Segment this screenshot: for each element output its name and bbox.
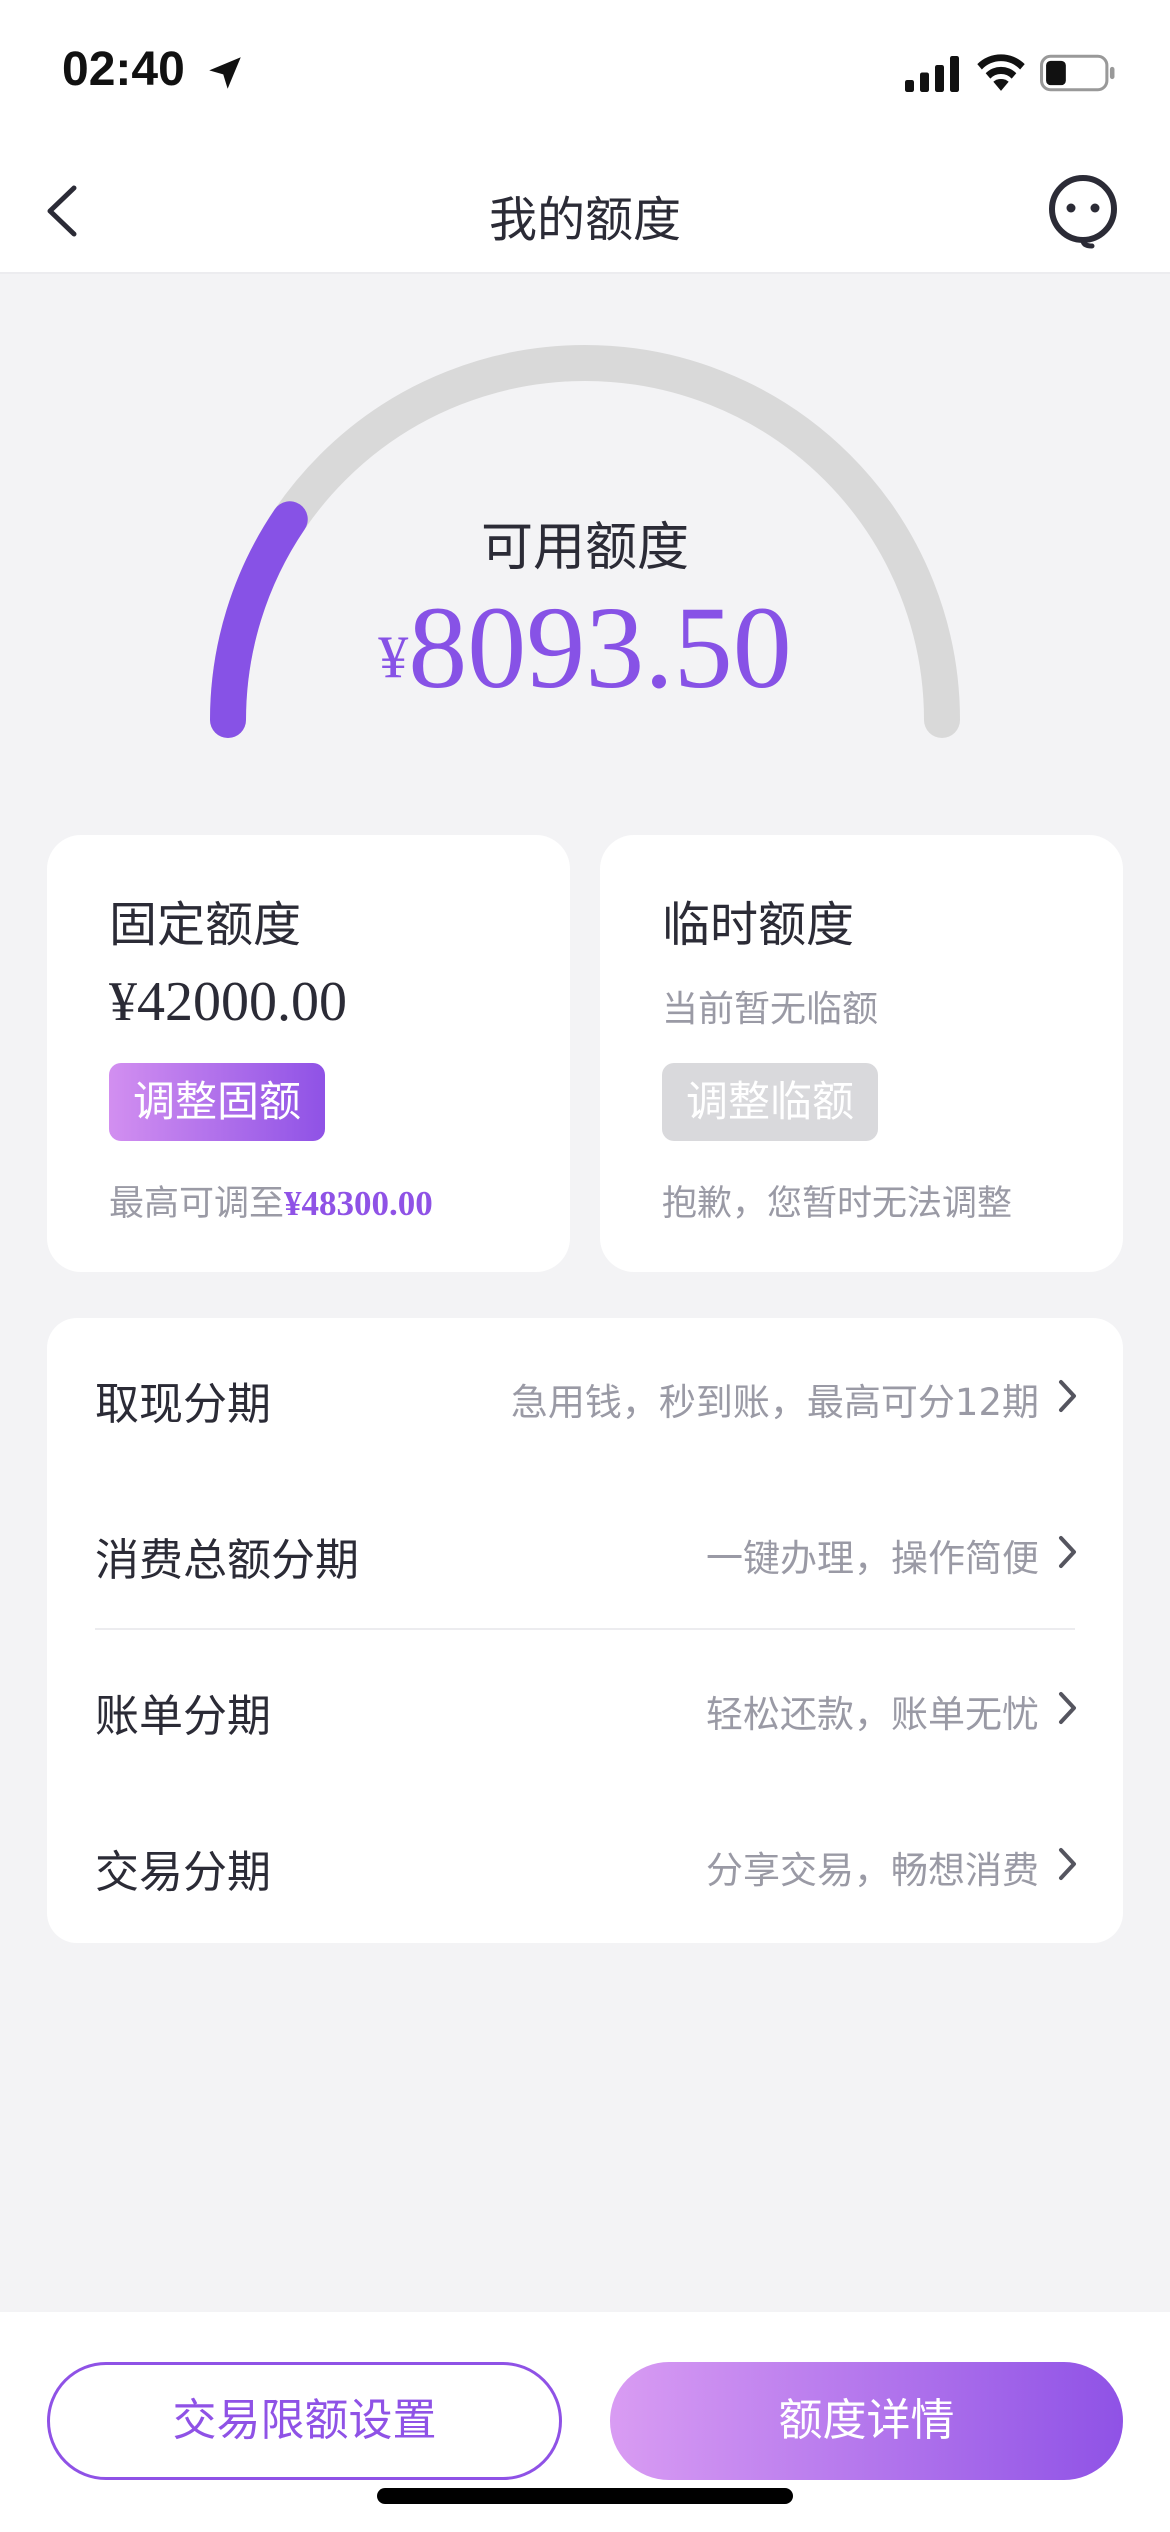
chevron-right-icon [1059, 1692, 1076, 1724]
page-title: 我的额度 [488, 192, 681, 248]
temporary-limit-card: 临时额度 当前暂无临额 调整临额 抱歉，您暂时无法调整 [600, 835, 1123, 1272]
adjust-temporary-limit-button: 调整临额 [662, 1063, 879, 1141]
currency-symbol: ¥ [378, 624, 409, 690]
fixed-limit-amount: ¥42000.00 [109, 971, 347, 1033]
chevron-right-icon [1059, 1380, 1076, 1412]
status-time: 02:40 [62, 43, 185, 96]
max-note-value: ¥48300.00 [284, 1184, 433, 1223]
max-note-prefix: 最高可调至 [109, 1184, 285, 1224]
temporary-limit-note: 抱歉，您暂时无法调整 [662, 1184, 1013, 1224]
list-item-desc: 轻松还款，账单无忧 [706, 1693, 1039, 1736]
available-limit-gauge: 可用额度 ¥8093.50 [200, 330, 970, 750]
list-item-desc: 急用钱，秒到账，最高可分12期 [510, 1381, 1039, 1424]
customer-service-icon[interactable] [1044, 170, 1122, 252]
status-bar: 02:40 [0, 0, 1170, 150]
available-limit-amount: ¥8093.50 [200, 580, 970, 716]
available-limit-label: 可用额度 [480, 518, 689, 578]
limit-details-button[interactable]: 额度详情 [610, 2362, 1123, 2480]
list-item-transaction-installment[interactable]: 交易分期 分享交易，畅想消费 [47, 1786, 1123, 1942]
location-arrow-icon [209, 57, 241, 89]
list-item-desc: 一键办理，操作简便 [706, 1537, 1039, 1580]
list-item-bill-installment[interactable]: 账单分期 轻松还款，账单无忧 [47, 1630, 1123, 1786]
list-item-desc: 分享交易，畅想消费 [706, 1849, 1039, 1892]
fixed-limit-card: 固定额度 ¥42000.00 调整固额 最高可调至¥48300.00 [47, 835, 570, 1272]
chevron-right-icon [1059, 1536, 1076, 1568]
list-item-title: 取现分期 [95, 1379, 271, 1430]
home-indicator [377, 2488, 793, 2504]
installment-list: 取现分期 急用钱，秒到账，最高可分12期 消费总额分期 一键办理，操作简便 账单… [47, 1318, 1123, 1943]
temporary-limit-title: 临时额度 [662, 897, 855, 953]
chevron-right-icon [1059, 1848, 1076, 1880]
fixed-limit-max-note: 最高可调至¥48300.00 [109, 1175, 433, 1226]
battery-icon [1040, 54, 1115, 92]
list-item-title: 交易分期 [95, 1847, 271, 1898]
available-limit-value: 8093.50 [408, 582, 792, 713]
list-item-title: 账单分期 [95, 1691, 271, 1742]
list-item-title: 消费总额分期 [95, 1535, 359, 1586]
temporary-limit-status: 当前暂无临额 [662, 989, 879, 1030]
adjust-fixed-limit-button[interactable]: 调整固额 [109, 1063, 326, 1141]
wifi-icon [977, 54, 1025, 91]
fixed-limit-title: 固定额度 [109, 897, 302, 953]
cellular-signal-icon [905, 56, 959, 92]
list-item-total-spend-installment[interactable]: 消费总额分期 一键办理，操作简便 [47, 1474, 1123, 1630]
nav-bar: 我的额度 [0, 150, 1170, 274]
list-item-cash-installment[interactable]: 取现分期 急用钱，秒到账，最高可分12期 [47, 1318, 1123, 1474]
transaction-limit-settings-button[interactable]: 交易限额设置 [47, 2362, 562, 2480]
